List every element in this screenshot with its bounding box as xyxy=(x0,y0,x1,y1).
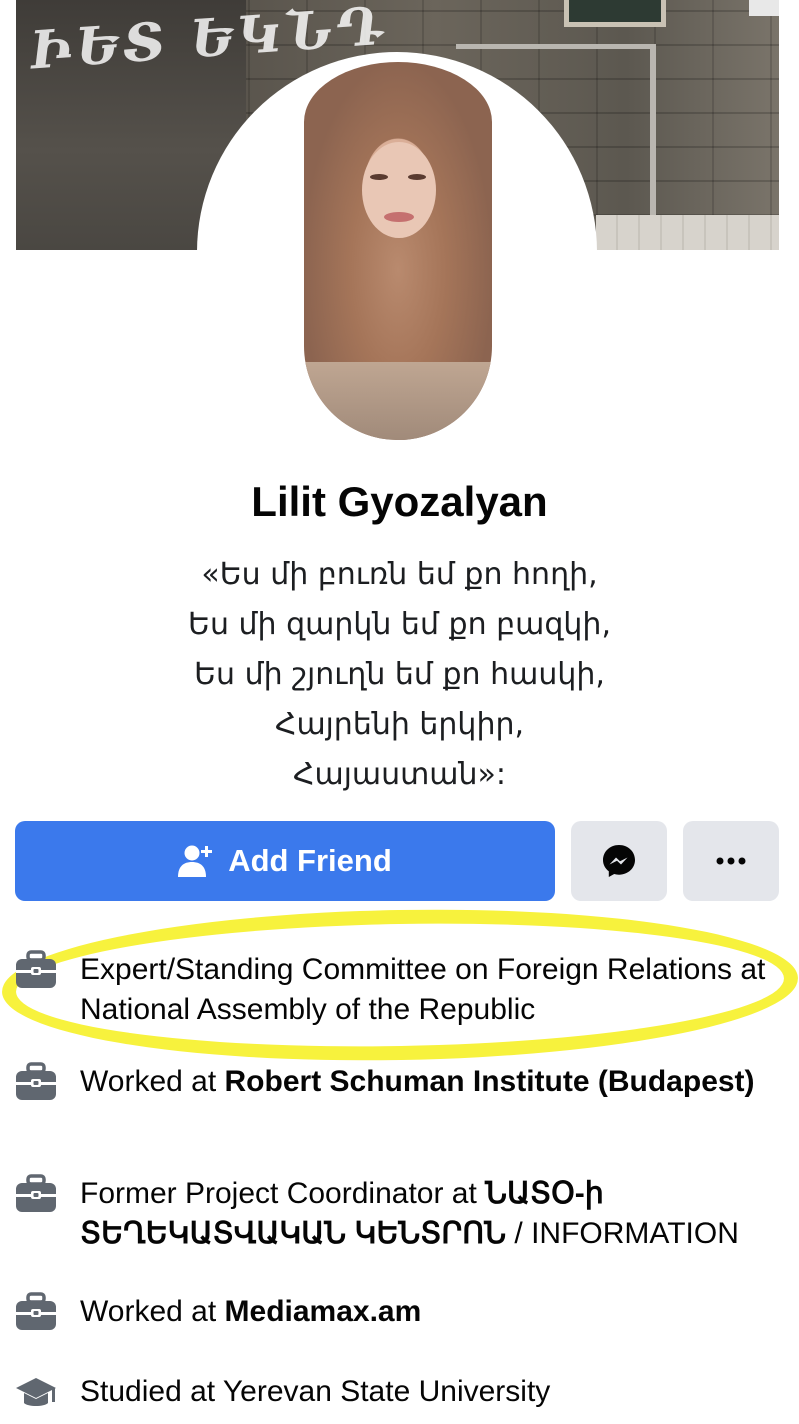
briefcase-icon xyxy=(16,950,56,988)
bio-line: Ես մի շյուղն եմ քո հասկի, xyxy=(194,657,605,692)
briefcase-icon xyxy=(16,1062,56,1100)
info-work-prefix: Worked at xyxy=(80,1065,225,1098)
info-work-org-suffix: / INFORMATION xyxy=(506,1217,739,1250)
briefcase-icon xyxy=(16,1292,56,1330)
person-add-icon xyxy=(178,845,213,877)
bio-line: Հայրենի երկիր, xyxy=(274,707,525,742)
profile-bio: «Ես մի բուռն եմ քո հողի, Ես մի զարկն եմ … xyxy=(0,550,799,800)
info-work-prefix: Worked at xyxy=(80,1295,225,1328)
info-work-org[interactable]: Mediamax.am xyxy=(225,1295,422,1328)
avatar-face xyxy=(362,142,436,238)
graduation-cap-icon xyxy=(16,1378,56,1406)
profile-name: Lilit Gyozalyan xyxy=(251,478,548,525)
profile-picture[interactable] xyxy=(304,62,492,440)
more-icon xyxy=(716,857,746,865)
bio-line: Հայաստան»: xyxy=(293,757,506,792)
info-education-text: Studied at Yerevan State University xyxy=(80,1375,551,1408)
message-button[interactable] xyxy=(571,821,667,901)
add-friend-button[interactable]: Add Friend xyxy=(15,821,555,901)
avatar-shoulders xyxy=(304,362,492,440)
bio-line: «Ես մի բուռն եմ քո հողի, xyxy=(201,557,598,592)
briefcase-icon xyxy=(16,1174,56,1212)
messenger-icon xyxy=(603,845,635,877)
cover-window xyxy=(564,0,666,27)
info-work-org[interactable]: Robert Schuman Institute (Budapest) xyxy=(225,1065,755,1098)
info-text: Former Project Coordinator at ՆԱՏՕ-ի ՏԵՂ… xyxy=(80,1174,780,1254)
info-text: Worked at Robert Schuman Institute (Buda… xyxy=(80,1062,780,1102)
info-text: Studied at Yerevan State University xyxy=(80,1372,780,1412)
cover-pipe-vertical xyxy=(650,44,656,220)
info-work-title: Expert/Standing Committee on Foreign Rel… xyxy=(80,953,766,1026)
cover-sign xyxy=(749,0,779,16)
bio-line: Ես մի զարկն եմ քո բազկի, xyxy=(188,607,611,642)
info-text: Worked at Mediamax.am xyxy=(80,1292,780,1332)
avatar-eye-left xyxy=(370,174,388,180)
avatar-eye-right xyxy=(408,174,426,180)
avatar-lips xyxy=(384,212,414,222)
cover-pavement xyxy=(596,215,779,250)
info-text: Expert/Standing Committee on Foreign Rel… xyxy=(80,950,780,1030)
cover-pipe xyxy=(456,44,656,49)
add-friend-label: Add Friend xyxy=(228,843,392,878)
more-options-button[interactable] xyxy=(683,821,779,901)
info-work-prefix: Former Project Coordinator at xyxy=(80,1177,486,1210)
